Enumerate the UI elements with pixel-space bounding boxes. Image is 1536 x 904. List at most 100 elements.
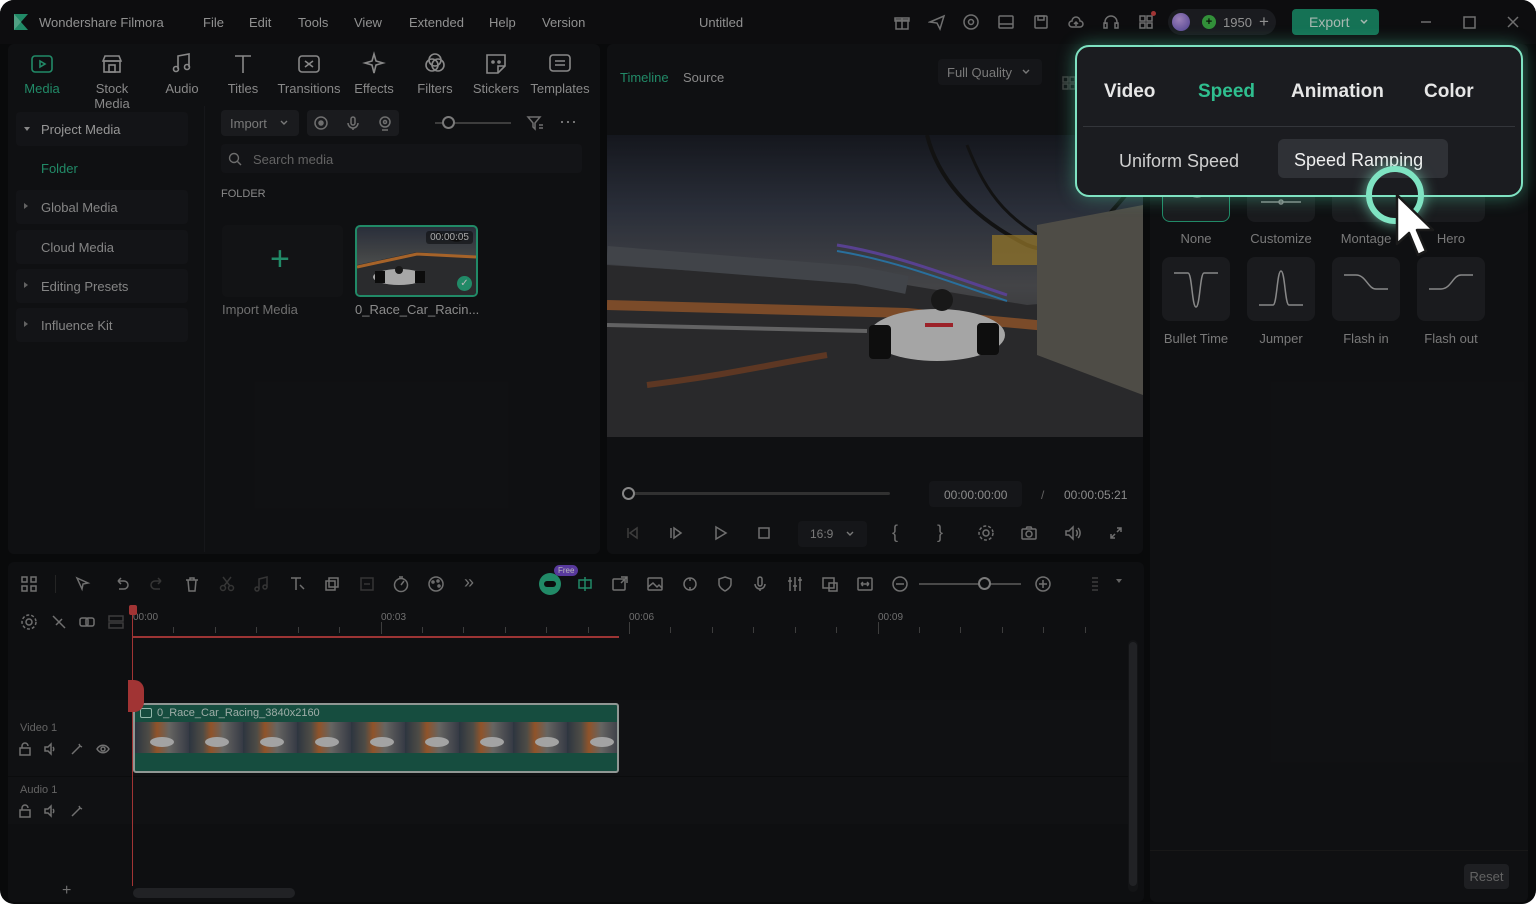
tab-stickers[interactable]: Stickers — [461, 81, 531, 96]
settings-gear-icon[interactable] — [975, 522, 997, 544]
filter-icon[interactable] — [524, 112, 546, 134]
share-clip-icon[interactable] — [609, 573, 631, 595]
tab-video[interactable]: Video — [1104, 81, 1155, 103]
more-tools-icon[interactable]: » — [464, 572, 474, 593]
sidebar-item-cloud-media[interactable]: Cloud Media — [16, 230, 188, 264]
quality-dropdown[interactable]: Full Quality — [938, 59, 1042, 85]
volume-icon[interactable] — [1062, 522, 1084, 544]
headset-icon[interactable] — [1100, 11, 1122, 33]
credits-pill[interactable]: + 1950 + — [1168, 9, 1276, 35]
preset-bullet-time-card[interactable] — [1162, 257, 1230, 321]
mark-in-icon[interactable]: { — [892, 522, 898, 543]
visibility-eye-icon[interactable] — [92, 738, 114, 760]
vertical-scrollbar[interactable] — [1128, 640, 1138, 892]
mask-shield-icon[interactable] — [714, 573, 736, 595]
picture-in-picture-icon[interactable] — [819, 573, 841, 595]
maximize-icon[interactable] — [1458, 11, 1480, 33]
ai-assistant-icon[interactable] — [539, 573, 561, 595]
fit-timeline-icon[interactable] — [854, 573, 876, 595]
horizontal-scrollbar-thumb[interactable] — [133, 888, 295, 898]
auto-enhance-icon[interactable] — [66, 738, 88, 760]
tab-color[interactable]: Color — [1424, 81, 1474, 103]
preset-flash-in-card[interactable] — [1332, 257, 1400, 321]
zoom-slider[interactable] — [919, 583, 1021, 585]
image-edit-icon[interactable] — [644, 573, 666, 595]
track-volume-icon[interactable] — [40, 738, 62, 760]
sidebar-item-global-media[interactable]: Global Media — [16, 190, 188, 224]
menu-help[interactable]: Help — [489, 15, 516, 30]
microphone-icon[interactable] — [342, 112, 364, 134]
gift-icon[interactable] — [891, 11, 913, 33]
playhead-handle[interactable] — [129, 605, 137, 615]
tab-filters[interactable]: Filters — [400, 81, 470, 96]
unlink-icon[interactable] — [48, 611, 70, 633]
redo-icon[interactable] — [146, 573, 168, 595]
menu-extended[interactable]: Extended — [409, 15, 464, 30]
crop-icon[interactable] — [321, 573, 343, 595]
toolbar-menu-caret-icon[interactable] — [1116, 579, 1122, 583]
tab-source[interactable]: Source — [683, 70, 724, 85]
reset-button[interactable]: Reset — [1464, 864, 1509, 889]
lock-icon[interactable] — [14, 800, 36, 822]
record-screen-icon[interactable] — [310, 112, 332, 134]
track-settings-gear-icon[interactable] — [18, 611, 40, 633]
track-volume-icon[interactable] — [40, 800, 62, 822]
drag-handle-icon[interactable] — [1084, 573, 1106, 595]
more-options-icon[interactable]: ⋯ — [559, 112, 578, 133]
zoom-out-icon[interactable] — [889, 573, 911, 595]
minimize-icon[interactable] — [1415, 11, 1437, 33]
menu-view[interactable]: View — [354, 15, 382, 30]
zoom-in-icon[interactable] — [1032, 573, 1054, 595]
audio-edit-icon[interactable] — [250, 573, 272, 595]
track-height-icon[interactable] — [105, 611, 127, 633]
cut-icon[interactable] — [216, 573, 238, 595]
stop-icon[interactable] — [753, 522, 775, 544]
tab-timeline[interactable]: Timeline — [620, 70, 669, 85]
aspect-ratio-dropdown[interactable]: 16:9 — [798, 521, 867, 547]
speed-icon[interactable] — [390, 573, 412, 595]
export-button[interactable]: Export — [1292, 9, 1379, 35]
tab-speed[interactable]: Speed — [1198, 81, 1255, 103]
playback-scrubber[interactable] — [627, 492, 890, 495]
webcam-icon[interactable] — [374, 112, 396, 134]
auto-cut-icon[interactable] — [574, 573, 596, 595]
record-voiceover-icon[interactable] — [749, 573, 771, 595]
cloud-upload-icon[interactable] — [1065, 11, 1087, 33]
next-frame-icon[interactable] — [665, 522, 687, 544]
community-icon[interactable] — [960, 11, 982, 33]
select-tool-icon[interactable] — [72, 573, 94, 595]
send-icon[interactable] — [926, 11, 948, 33]
play-icon[interactable] — [709, 522, 731, 544]
previous-frame-icon[interactable] — [621, 522, 643, 544]
tab-transitions[interactable]: Transitions — [274, 81, 344, 96]
undo-icon[interactable] — [111, 573, 133, 595]
preset-flash-out-card[interactable] — [1417, 257, 1485, 321]
auto-enhance-icon[interactable] — [66, 800, 88, 822]
playhead-marker[interactable] — [128, 680, 144, 712]
menu-tools[interactable]: Tools — [298, 15, 328, 30]
link-icon[interactable] — [76, 611, 98, 633]
text-ai-icon[interactable] — [286, 573, 308, 595]
slider-knob[interactable] — [442, 116, 455, 129]
search-bar[interactable]: Search media — [221, 144, 582, 173]
menu-version[interactable]: Version — [542, 15, 585, 30]
sidebar-item-editing-presets[interactable]: Editing Presets — [16, 269, 188, 303]
video-preview[interactable] — [607, 135, 1143, 437]
snapshot-camera-icon[interactable] — [1018, 522, 1040, 544]
delete-icon[interactable] — [181, 573, 203, 595]
lock-icon[interactable] — [14, 738, 36, 760]
import-media-tile[interactable]: + — [222, 225, 343, 297]
menu-edit[interactable]: Edit — [249, 15, 271, 30]
tab-audio[interactable]: Audio — [147, 81, 217, 96]
scrubber-knob[interactable] — [622, 487, 635, 500]
close-icon[interactable] — [1502, 11, 1524, 33]
save-icon[interactable] — [1030, 11, 1052, 33]
subtab-uniform-speed[interactable]: Uniform Speed — [1119, 151, 1239, 172]
zoom-slider-knob[interactable] — [978, 577, 991, 590]
tab-effects[interactable]: Effects — [339, 81, 409, 96]
timeline-video-clip[interactable]: 0_Race_Car_Racing_3840x2160 — [133, 703, 619, 773]
subtab-speed-ramping[interactable]: Speed Ramping — [1278, 139, 1448, 178]
tab-templates[interactable]: Templates — [525, 81, 595, 96]
add-track-button[interactable]: + — [62, 882, 71, 900]
sidebar-item-influence-kit[interactable]: Influence Kit — [16, 308, 188, 342]
